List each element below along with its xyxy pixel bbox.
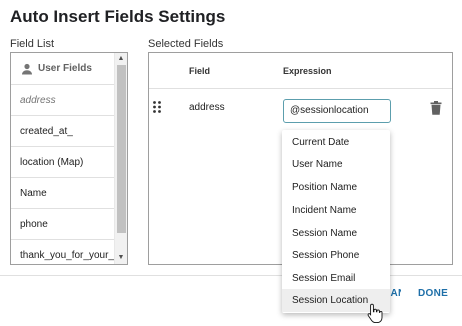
- dropdown-option[interactable]: Current Date: [282, 131, 390, 154]
- field-list-item[interactable]: thank_you_for_your_ti...: [11, 240, 115, 264]
- scroll-up-icon[interactable]: ▲: [115, 53, 127, 65]
- field-list-item[interactable]: location (Map): [11, 147, 115, 178]
- dialog-title: Auto Insert Fields Settings: [10, 7, 226, 26]
- dropdown-option[interactable]: Session Phone: [282, 244, 390, 267]
- hand-pointer-icon: [367, 303, 383, 324]
- field-list-item[interactable]: address: [11, 85, 115, 116]
- selected-fields-label: Selected Fields: [148, 38, 224, 50]
- field-list-item[interactable]: created_at_: [11, 116, 115, 147]
- drag-handle-icon[interactable]: [152, 100, 162, 114]
- row-field-name: address: [189, 102, 225, 113]
- person-icon: [21, 63, 33, 75]
- trash-icon[interactable]: [430, 101, 442, 115]
- scrollbar-thumb[interactable]: [117, 65, 126, 233]
- field-list-item[interactable]: Name: [11, 178, 115, 209]
- field-list-content: User Fields address created_at_ location…: [11, 53, 115, 264]
- column-header-expression: Expression: [283, 66, 332, 76]
- field-list-scrollbar[interactable]: ▲ ▼: [114, 53, 127, 264]
- dropdown-option[interactable]: User Name: [282, 153, 390, 176]
- field-list-header: User Fields: [11, 53, 115, 85]
- expression-input[interactable]: @sessionlocation: [283, 99, 391, 123]
- scroll-down-icon[interactable]: ▼: [115, 252, 127, 264]
- field-list-item[interactable]: phone: [11, 209, 115, 240]
- table-header-row: Field Expression: [149, 53, 452, 89]
- dropdown-option[interactable]: Session Email: [282, 267, 390, 290]
- expression-dropdown: Current Date User Name Position Name Inc…: [282, 130, 390, 313]
- table-row: address @sessionlocation: [149, 90, 452, 130]
- footer-divider: [0, 275, 462, 276]
- dropdown-option[interactable]: Incident Name: [282, 199, 390, 222]
- field-list-label: Field List: [10, 38, 55, 50]
- field-list[interactable]: User Fields address created_at_ location…: [10, 52, 128, 265]
- dropdown-option[interactable]: Session Name: [282, 222, 390, 245]
- column-header-field: Field: [189, 66, 211, 76]
- field-list-header-label: User Fields: [38, 63, 92, 74]
- dropdown-option[interactable]: Position Name: [282, 176, 390, 199]
- done-button[interactable]: DONE: [418, 288, 448, 299]
